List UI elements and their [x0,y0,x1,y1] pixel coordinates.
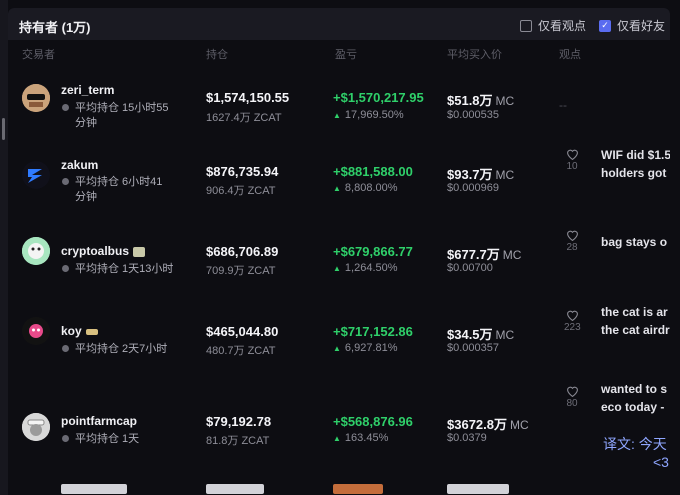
avg-buy-price: $0.000535 [447,109,499,121]
column-header-avg-price[interactable]: 平均买入价 [447,46,502,62]
checkbox-icon[interactable] [520,19,532,32]
view-text[interactable]: bag stays o [601,233,667,251]
like-count: 80 [566,398,578,409]
heart-icon [566,230,578,241]
pnl-value: +$717,152.86 [333,324,413,339]
holding-value: $876,735.94 [206,164,279,179]
column-header-pnl[interactable]: 盈亏 [335,46,357,62]
caret-up-icon: ▲ [333,264,341,273]
like-button[interactable]: 223 [564,309,581,333]
badge-icon [85,328,98,335]
pnl-percent: ▲ 163.45% [333,432,389,444]
view-text[interactable]: WIF did $1.5 holders got [601,146,670,182]
trader-name[interactable]: koy [61,324,98,338]
avg-buy-mc: $3672.8万 MC [447,417,529,432]
caret-up-icon: ▲ [333,184,341,193]
left-scroll-strip [0,0,8,495]
pnl-percent: ▲ 17,969.50% [333,109,404,121]
heart-icon [566,149,578,160]
trader-name[interactable]: zakum [61,158,98,172]
caret-up-icon: ▲ [333,344,341,353]
clock-icon [62,104,69,111]
pnl-percent: ▲ 1,264.50% [333,262,398,274]
avg-holding-time: 平均持仓 6小时41 分钟 [62,175,174,205]
like-button[interactable]: 80 [564,385,580,409]
holding-value: $79,192.78 [206,414,272,429]
filter-friends-only[interactable]: ✓ 仅看好友 [599,17,665,34]
holding-amount: 1627.4万 ZCAT [206,112,282,124]
avg-buy-price: $0.00700 [447,262,493,274]
like-count: 28 [566,242,578,253]
avg-buy-mc: $677.7万 MC [447,247,522,262]
avg-buy-mc: $34.5万 MC [447,327,515,342]
no-view-placeholder: -- [559,98,567,112]
like-button[interactable]: 28 [564,229,580,253]
heart-icon [566,310,578,321]
checkbox-checked-icon[interactable]: ✓ [599,19,611,32]
pnl-percent: ▲ 8,808.00% [333,182,398,194]
holding-amount: 709.9万 ZCAT [206,265,276,277]
avg-holding-time: 平均持仓 2天7小时 [62,342,174,357]
holding-amount: 906.4万 ZCAT [206,185,276,197]
avg-buy-mc: $93.7万 MC [447,167,515,182]
avg-holding-time: 平均持仓 1天13小时 [62,262,174,277]
like-button[interactable]: 10 [564,148,580,172]
holding-amount: 81.8万 ZCAT [206,435,270,447]
view-text[interactable]: wanted to s eco today - [601,380,667,416]
pnl-value: +$1,570,217.95 [333,90,424,105]
clock-icon [62,345,69,352]
holders-panel: 持有者 (1万) 仅看观点 ✓ 仅看好友 交易者 持仓 盈亏 平均买入价 观点 … [8,8,670,495]
like-count: 10 [566,161,578,172]
pnl-value: +$568,876.96 [333,414,413,429]
filter-views-only[interactable]: 仅看观点 [520,17,586,34]
avatar[interactable] [22,84,50,112]
next-row-value-partial [206,484,264,494]
next-row-name-partial [61,484,127,494]
clock-icon [62,265,69,272]
avg-buy-price: $0.000357 [447,342,499,354]
column-header-views: 观点 [559,49,581,61]
like-count: 223 [564,322,581,333]
translation-text: 译文: 今天 [603,436,667,452]
filter-friends-label: 仅看好友 [617,19,666,33]
holding-value: $465,044.80 [206,324,279,339]
badge-icon [133,246,146,257]
panel-header: 持有者 (1万) 仅看观点 ✓ 仅看好友 [8,8,670,40]
holding-amount: 480.7万 ZCAT [206,345,276,357]
holding-value: $1,574,150.55 [206,90,290,105]
clock-icon [62,435,69,442]
trader-name[interactable]: cryptoalbus [61,244,146,258]
next-row-mc-partial [447,484,509,494]
panel-title: 持有者 (1万) [19,20,91,35]
avg-buy-price: $0.000969 [447,182,499,194]
avatar[interactable] [22,413,50,441]
holding-value: $686,706.89 [206,244,279,259]
heart-icon [566,386,578,397]
view-text[interactable]: the cat is ar the cat airdr [601,303,670,339]
trader-name[interactable]: zeri_term [61,83,114,97]
pnl-percent: ▲ 6,927.81% [333,342,398,354]
pnl-value: +$679,866.77 [333,244,413,259]
filter-views-label: 仅看观点 [538,19,587,33]
translation-text-more: <3 [653,454,669,470]
avg-buy-mc: $51.8万 MC [447,93,515,108]
avatar[interactable] [22,161,50,189]
caret-up-icon: ▲ [333,434,341,443]
avatar[interactable] [22,317,50,345]
avg-holding-time: 平均持仓 1天 [62,432,174,447]
avatar[interactable] [22,237,50,265]
column-header-holding[interactable]: 持仓 [206,46,228,62]
scroll-handle[interactable] [2,118,5,140]
avg-buy-price: $0.0379 [447,432,487,444]
column-header-trader[interactable]: 交易者 [22,46,55,62]
avg-holding-time: 平均持仓 15小时55 分钟 [62,101,174,131]
trader-name[interactable]: pointfarmcap [61,414,137,428]
caret-up-icon: ▲ [333,111,341,120]
pnl-value: +$881,588.00 [333,164,413,179]
next-row-pnl-partial [333,484,383,494]
clock-icon [62,178,69,185]
